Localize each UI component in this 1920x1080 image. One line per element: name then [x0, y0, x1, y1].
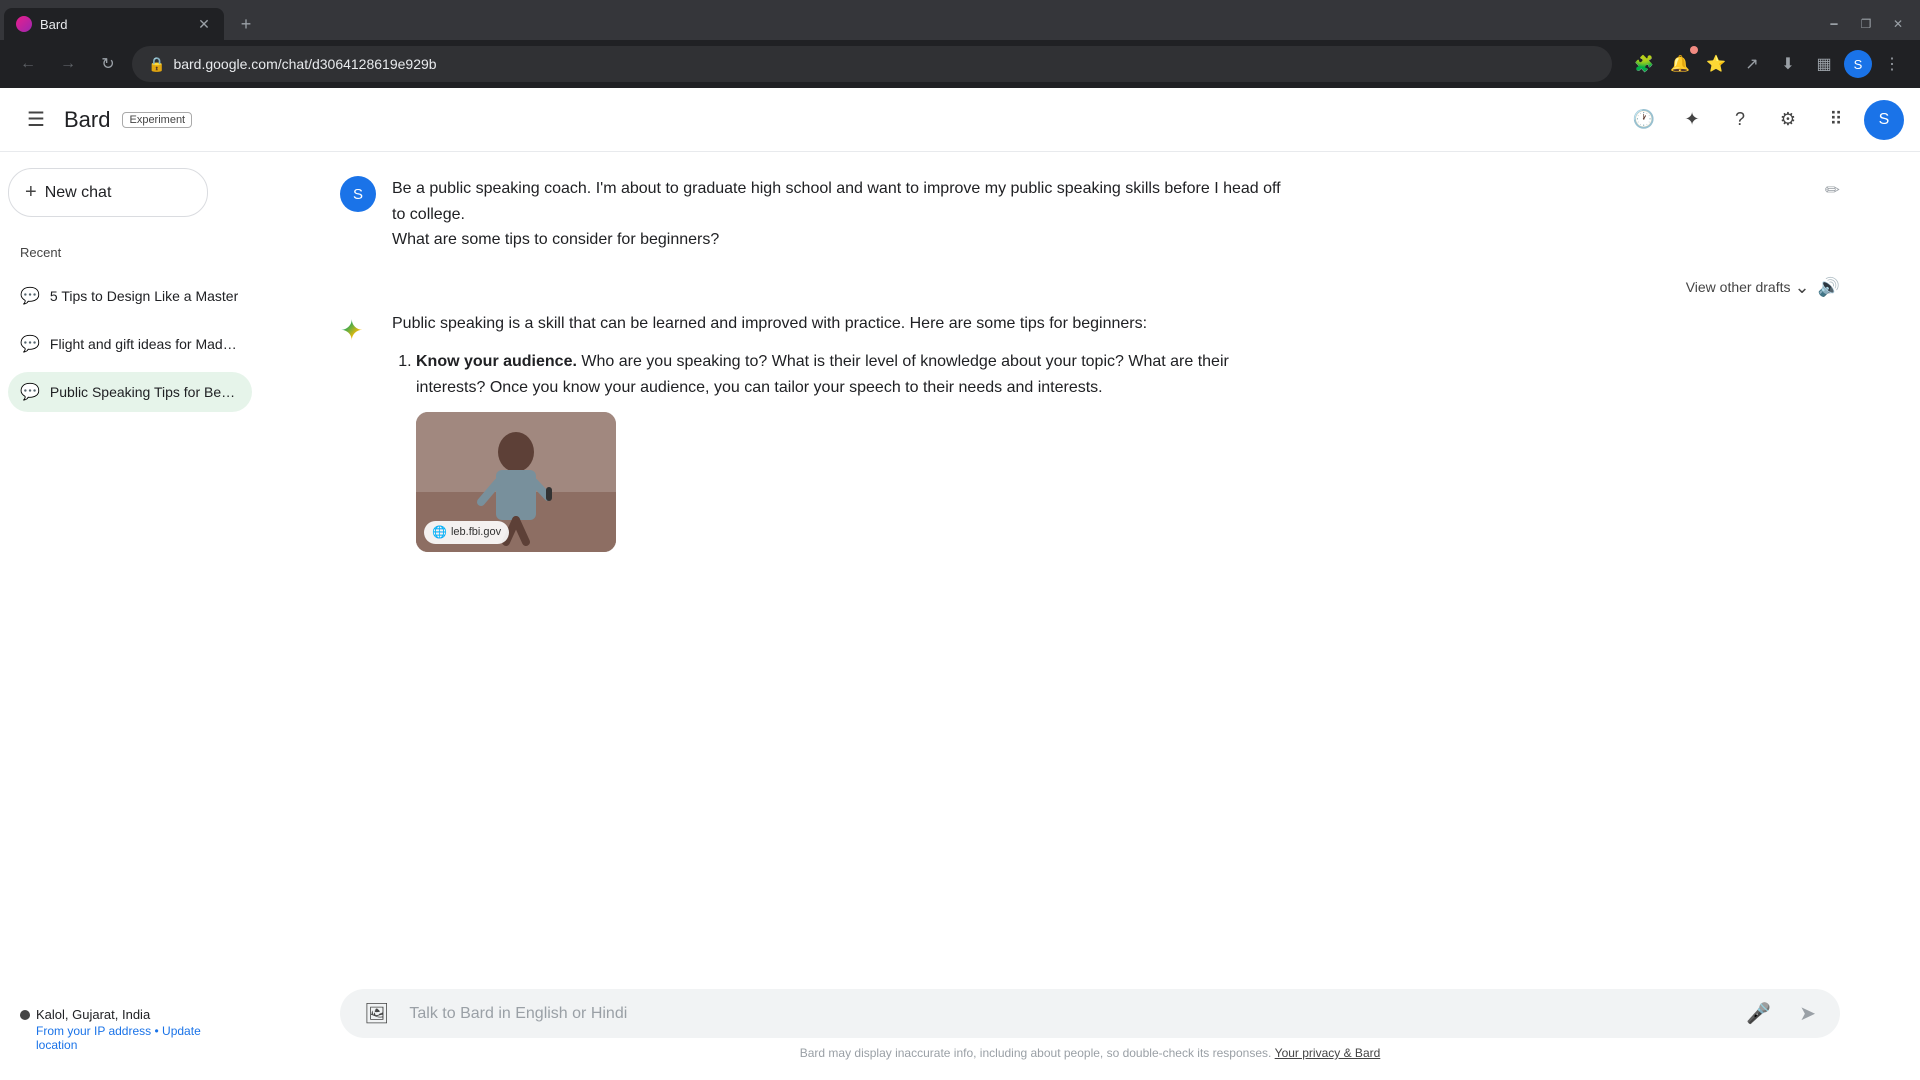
sound-button[interactable]: 🔊: [1818, 277, 1840, 298]
drafts-bar: View other drafts ⌄ 🔊: [340, 277, 1840, 298]
browser-profile[interactable]: S: [1844, 50, 1872, 78]
chevron-down-icon: ⌄: [1794, 277, 1809, 298]
browser-actions: 🧩 🔔 ⭐ ↗ ⬇ ▦ S ⋮: [1628, 48, 1908, 80]
new-chat-label: New chat: [45, 184, 112, 202]
tab-title: Bard: [40, 17, 188, 32]
hamburger-menu[interactable]: ☰: [16, 100, 56, 140]
separator: •: [155, 1024, 163, 1038]
bookmark-icon[interactable]: ⭐: [1700, 48, 1732, 80]
input-area: 🖼 🎤 ➤ Bard may display inaccurate info, …: [260, 977, 1920, 1080]
chat-item-madrid[interactable]: 💬 Flight and gift ideas for Madrid t...: [8, 324, 252, 364]
menu-dots[interactable]: ⋮: [1876, 48, 1908, 80]
image-placeholder: 🌐 leb.fbi.gov: [416, 412, 616, 552]
url-text: bard.google.com/chat/d3064128619e929b: [173, 56, 1596, 72]
browser-chrome: Bard ✕ + 🗕 ❐ ✕ ← → ↻ 🔒 bard.google.com/c…: [0, 0, 1920, 88]
chat-messages: S Be a public speaking coach. I'm about …: [260, 152, 1920, 977]
bard-logo: Bard Experiment: [64, 107, 192, 133]
send-button[interactable]: ➤: [1791, 993, 1824, 1034]
new-tab-button[interactable]: +: [232, 10, 260, 38]
bard-message: ✦ Public speaking is a skill that can be…: [340, 310, 1840, 568]
app-header: ☰ Bard Experiment 🕐 ✦ ? ⚙ ⠿ S: [0, 88, 1920, 152]
footer-note: Bard may display inaccurate info, includ…: [340, 1046, 1840, 1060]
minimize-button[interactable]: 🗕: [1820, 10, 1848, 38]
image-source-text: leb.fbi.gov: [451, 524, 501, 542]
bard-avatar: ✦: [340, 314, 376, 350]
header-actions: 🕐 ✦ ? ⚙ ⠿ S: [1624, 100, 1904, 140]
user-message-content: Be a public speaking coach. I'm about to…: [392, 176, 1809, 253]
active-tab[interactable]: Bard ✕: [4, 8, 224, 40]
chat-item-design[interactable]: 💬 5 Tips to Design Like a Master: [8, 276, 252, 316]
sidebar-toggle[interactable]: ▦: [1808, 48, 1840, 80]
input-row: 🖼 🎤 ➤: [340, 989, 1840, 1038]
view-drafts-label: View other drafts: [1686, 279, 1791, 295]
location-text: Kalol, Gujarat, India: [36, 1007, 150, 1022]
apps-button[interactable]: ⠿: [1816, 100, 1856, 140]
footer-note-text: Bard may display inaccurate info, includ…: [800, 1046, 1272, 1060]
star-button[interactable]: ✦: [1672, 100, 1712, 140]
user-message-block: S Be a public speaking coach. I'm about …: [340, 176, 1840, 253]
bard-star-icon: ✦: [340, 315, 363, 346]
new-chat-button[interactable]: + New chat: [8, 168, 208, 217]
tips-list: Know your audience. Who are you speaking…: [416, 349, 1252, 552]
restore-button[interactable]: ❐: [1852, 10, 1880, 38]
app: ☰ Bard Experiment 🕐 ✦ ? ⚙ ⠿ S + New chat…: [0, 88, 1920, 1080]
window-controls: 🗕 ❐ ✕: [1820, 10, 1920, 38]
plus-icon: +: [25, 181, 37, 204]
tip-item-1: Know your audience. Who are you speaking…: [416, 349, 1252, 552]
lock-icon: 🔒: [148, 56, 165, 73]
bard-title: Bard: [64, 107, 110, 133]
forward-button[interactable]: →: [52, 48, 84, 80]
from-ip-text: From your IP address: [36, 1024, 151, 1038]
main-layout: + New chat Recent 💬 5 Tips to Design Lik…: [0, 152, 1920, 1080]
address-bar[interactable]: 🔒 bard.google.com/chat/d3064128619e929b: [132, 46, 1612, 82]
globe-icon: 🌐: [432, 523, 447, 542]
user-profile-button[interactable]: S: [1864, 100, 1904, 140]
chat-item-speaking[interactable]: 💬 Public Speaking Tips for Begin...: [8, 372, 252, 412]
help-button[interactable]: ?: [1720, 100, 1760, 140]
experiment-badge: Experiment: [122, 112, 192, 128]
chat-item-label: Public Speaking Tips for Begin...: [50, 384, 240, 400]
footer-link[interactable]: Your privacy & Bard: [1275, 1046, 1381, 1060]
location-links[interactable]: From your IP address • Update location: [20, 1024, 240, 1052]
refresh-button[interactable]: ↻: [92, 48, 124, 80]
tab-close-button[interactable]: ✕: [196, 16, 212, 32]
settings-button[interactable]: ⚙: [1768, 100, 1808, 140]
share-icon[interactable]: ↗: [1736, 48, 1768, 80]
notification-dot: [1690, 46, 1698, 54]
chat-item-label: Flight and gift ideas for Madrid t...: [50, 336, 240, 352]
chat-item-label: 5 Tips to Design Like a Master: [50, 288, 238, 304]
history-button[interactable]: 🕐: [1624, 100, 1664, 140]
back-button[interactable]: ←: [12, 48, 44, 80]
image-source-badge: 🌐 leb.fbi.gov: [424, 521, 509, 544]
tip-bold: Know your audience.: [416, 353, 577, 370]
recent-label: Recent: [8, 241, 252, 264]
user-message-text: Be a public speaking coach. I'm about to…: [392, 176, 1292, 253]
location-dot-icon: [20, 1010, 30, 1020]
view-drafts-button[interactable]: View other drafts ⌄: [1686, 277, 1810, 298]
bard-response-block: View other drafts ⌄ 🔊 ✦ Public speaking …: [340, 277, 1840, 568]
download-icon[interactable]: ⬇: [1772, 48, 1804, 80]
image-card: 🌐 leb.fbi.gov: [416, 412, 616, 552]
sidebar: + New chat Recent 💬 5 Tips to Design Lik…: [0, 152, 260, 1080]
close-window-button[interactable]: ✕: [1884, 10, 1912, 38]
chat-bubble-icon: 💬: [20, 286, 40, 306]
chat-bubble-icon: 💬: [20, 334, 40, 354]
chat-area: S Be a public speaking coach. I'm about …: [260, 152, 1920, 1080]
address-bar-row: ← → ↻ 🔒 bard.google.com/chat/d3064128619…: [0, 40, 1920, 88]
bard-intro-text: Public speaking is a skill that can be l…: [392, 310, 1252, 337]
tab-favicon: [16, 16, 32, 32]
user-avatar: S: [340, 176, 376, 212]
extensions-icon[interactable]: 🧩: [1628, 48, 1660, 80]
tab-bar: Bard ✕ + 🗕 ❐ ✕: [0, 0, 1920, 40]
sidebar-footer: Kalol, Gujarat, India From your IP addre…: [8, 995, 252, 1064]
edit-message-button[interactable]: ✏: [1825, 180, 1840, 201]
chat-input[interactable]: [409, 995, 1726, 1033]
image-upload-button[interactable]: 🖼: [356, 993, 397, 1034]
bard-response-text: Public speaking is a skill that can be l…: [392, 310, 1252, 568]
microphone-button[interactable]: 🎤: [1738, 993, 1779, 1034]
chat-bubble-icon: 💬: [20, 382, 40, 402]
